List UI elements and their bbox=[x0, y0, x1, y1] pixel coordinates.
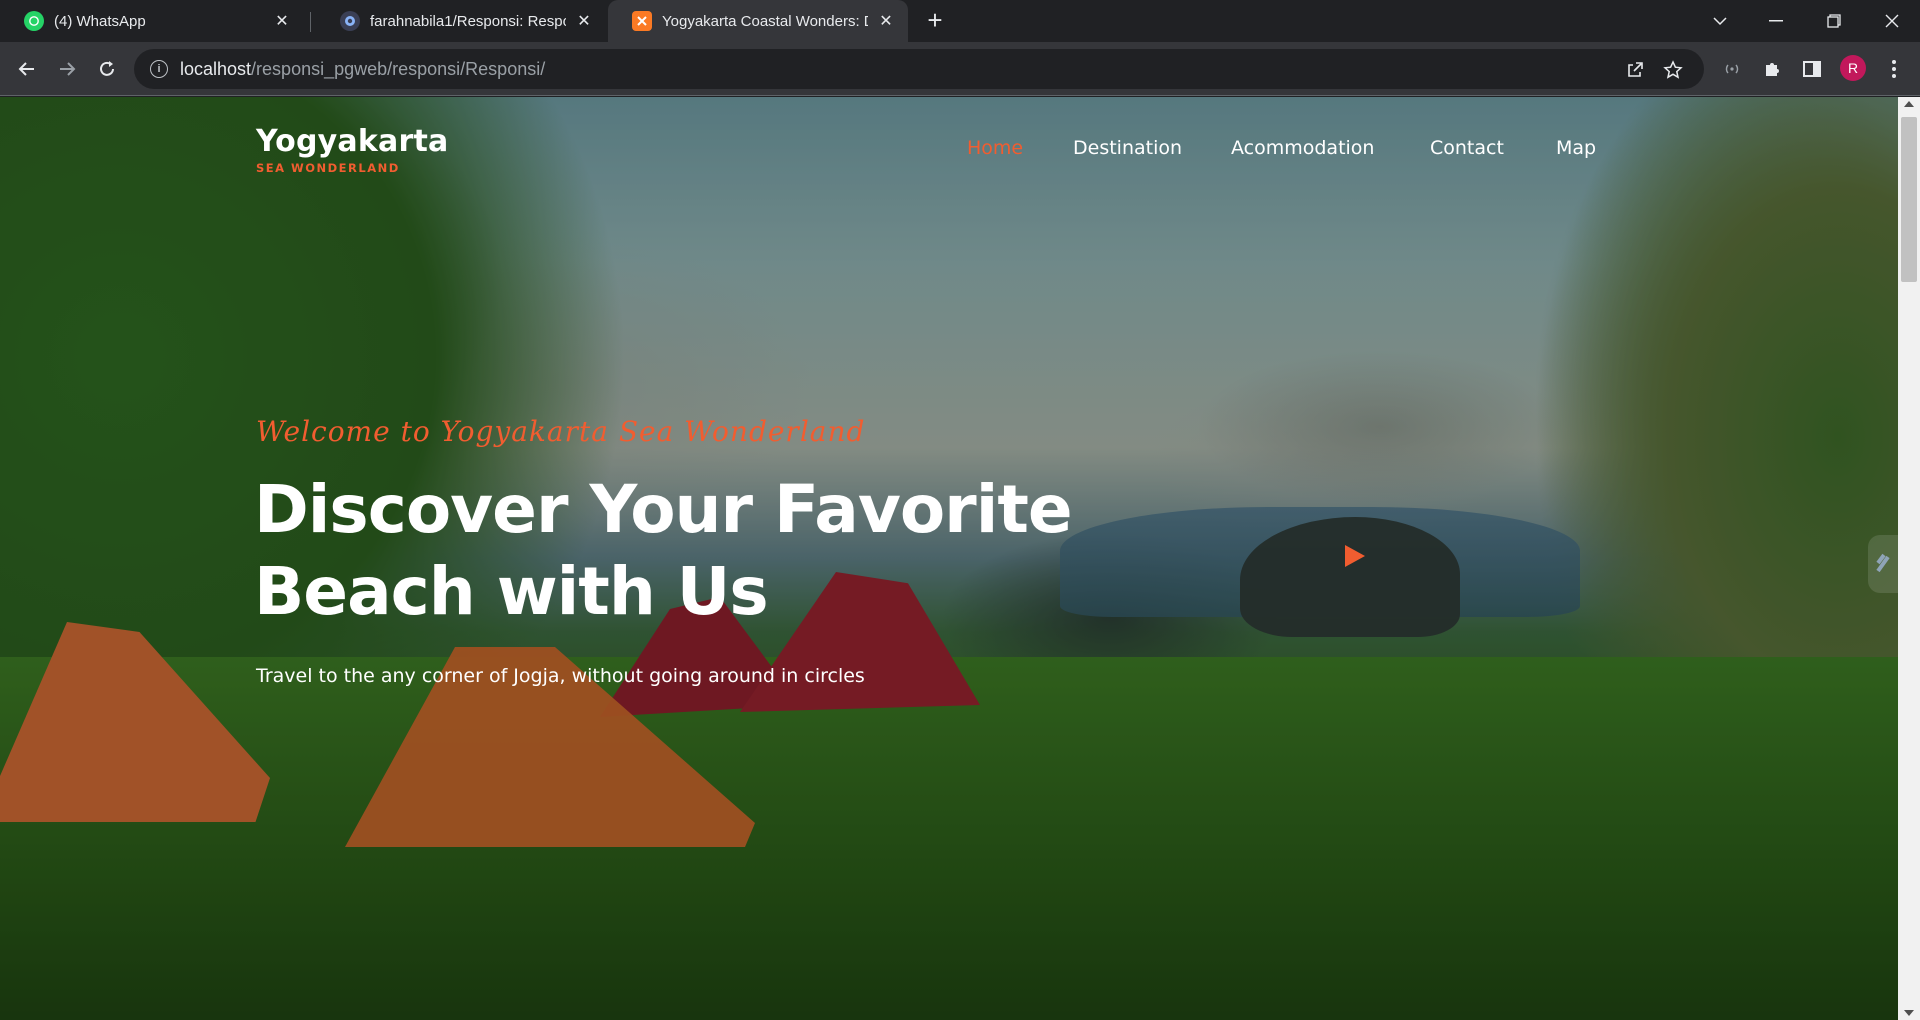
extensions-puzzle-icon[interactable] bbox=[1760, 57, 1784, 81]
tab-search-icon[interactable] bbox=[1692, 0, 1748, 42]
github-icon bbox=[340, 11, 360, 31]
side-panel-icon[interactable] bbox=[1800, 57, 1824, 81]
menu-kebab-icon[interactable] bbox=[1882, 57, 1906, 81]
scroll-down-arrow-icon[interactable] bbox=[1904, 1010, 1914, 1016]
page-scrollbar[interactable] bbox=[1898, 97, 1920, 1020]
share-icon[interactable] bbox=[1624, 59, 1646, 81]
play-video-icon[interactable] bbox=[1345, 545, 1365, 567]
tab-title: farahnabila1/Responsi: Responsi bbox=[370, 12, 566, 30]
url-host: localhost bbox=[180, 58, 252, 79]
main-nav: Home Destination Acommodation Contact Ma… bbox=[0, 137, 1898, 167]
nav-contact[interactable]: Contact bbox=[1430, 137, 1504, 159]
url-path: /responsi_pgweb/responsi/Responsi/ bbox=[251, 58, 546, 79]
reload-button[interactable] bbox=[92, 54, 122, 84]
hero-headline-line2: Beach with Us bbox=[254, 553, 769, 630]
close-tab-icon[interactable]: ✕ bbox=[574, 11, 594, 31]
nav-accommodation[interactable]: Acommodation bbox=[1231, 137, 1374, 159]
scroll-up-arrow-icon[interactable] bbox=[1904, 101, 1914, 107]
scrollbar-thumb[interactable] bbox=[1901, 117, 1917, 282]
tab-separator bbox=[310, 12, 311, 32]
address-bar[interactable]: i localhost/responsi_pgweb/responsi/Resp… bbox=[134, 49, 1704, 89]
browser-tab-active[interactable]: Yogyakarta Coastal Wonders: Dis ✕ bbox=[608, 0, 908, 42]
back-button[interactable] bbox=[12, 54, 42, 84]
bookmark-star-icon[interactable] bbox=[1662, 59, 1684, 81]
nav-map[interactable]: Map bbox=[1556, 137, 1596, 159]
hero-headline: Discover Your Favorite Beach with Us bbox=[254, 469, 1154, 633]
profile-avatar[interactable]: R bbox=[1840, 55, 1866, 81]
hero-headline-line1: Discover Your Favorite bbox=[254, 471, 1073, 548]
close-window-button[interactable] bbox=[1864, 0, 1920, 42]
minimize-button[interactable] bbox=[1748, 0, 1804, 42]
browser-tab-github[interactable]: farahnabila1/Responsi: Responsi ✕ bbox=[316, 0, 606, 42]
page-viewport: Yogyakarta SEA WONDERLAND Home Destinati… bbox=[0, 97, 1898, 1020]
browser-tab-strip: (4) WhatsApp ✕ farahnabila1/Responsi: Re… bbox=[0, 0, 1920, 42]
close-tab-icon[interactable]: ✕ bbox=[272, 11, 292, 31]
nav-destination[interactable]: Destination bbox=[1073, 137, 1182, 159]
browser-tab-whatsapp[interactable]: (4) WhatsApp ✕ bbox=[0, 0, 304, 42]
browser-toolbar: i localhost/responsi_pgweb/responsi/Resp… bbox=[0, 42, 1920, 96]
tab-title: (4) WhatsApp bbox=[54, 12, 146, 30]
site-info-icon[interactable]: i bbox=[150, 60, 168, 78]
forward-button[interactable] bbox=[52, 54, 82, 84]
broadcast-extension-icon[interactable] bbox=[1720, 57, 1744, 81]
new-tab-button[interactable]: + bbox=[922, 7, 948, 34]
xampp-icon bbox=[632, 11, 652, 31]
nav-home[interactable]: Home bbox=[967, 137, 1023, 159]
floating-side-tab-icon[interactable] bbox=[1868, 535, 1898, 593]
whatsapp-icon bbox=[24, 11, 44, 31]
close-tab-icon[interactable]: ✕ bbox=[876, 11, 896, 31]
tab-title: Yogyakarta Coastal Wonders: Dis bbox=[662, 12, 868, 30]
hero-tagline: Travel to the any corner of Jogja, witho… bbox=[256, 665, 865, 687]
restore-button[interactable] bbox=[1806, 0, 1862, 42]
hero-welcome: Welcome to Yogyakarta Sea Wonderland bbox=[256, 415, 866, 448]
